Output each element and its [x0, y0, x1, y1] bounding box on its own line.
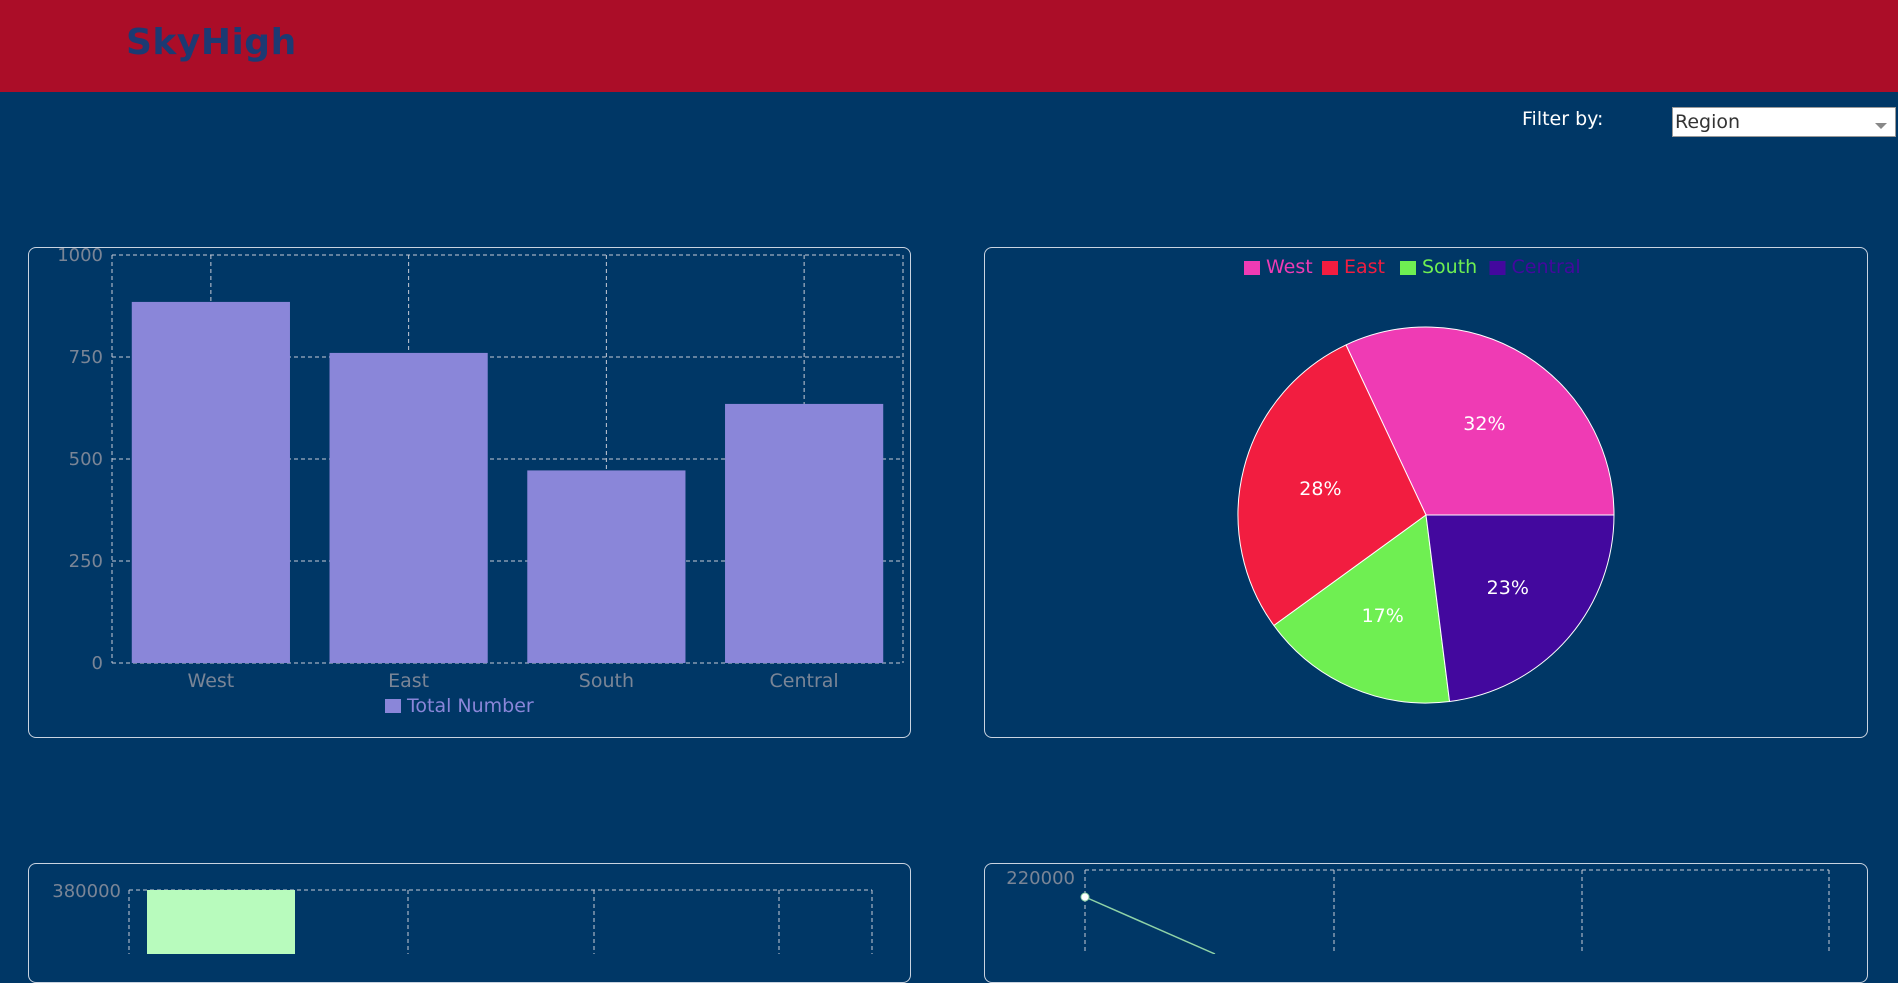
x-tick-label: Central: [770, 670, 839, 692]
bottom-bar-chart: 380000: [52, 881, 873, 954]
pie-value-label: 32%: [1463, 413, 1505, 435]
legend-swatch: [385, 699, 401, 713]
y-tick-label: 220000: [1006, 868, 1075, 889]
y-tick-label: 500: [69, 449, 103, 470]
bar-central: [725, 403, 884, 663]
x-tick-label: East: [388, 670, 429, 692]
dropdown-arrow-icon: [1875, 123, 1887, 129]
legend-swatch: [1322, 261, 1338, 275]
filter-select[interactable]: Region: [1672, 107, 1896, 137]
legend-swatch: [1244, 261, 1260, 275]
filter-selected-value: Region: [1675, 111, 1741, 133]
app-title: SkyHigh: [126, 22, 297, 63]
bar-south: [527, 470, 686, 663]
legend-label-central: Central: [1512, 256, 1581, 278]
y-tick-label: 0: [92, 653, 103, 674]
x-tick-label: South: [579, 670, 634, 692]
bar-east: [329, 352, 488, 663]
bar-chart-panel: 0 250 500 750 1000 West East South Central Total …: [28, 247, 911, 738]
legend-label: Total Number: [406, 695, 534, 717]
legend-swatch: [1489, 261, 1506, 275]
pie-value-label: 28%: [1299, 478, 1341, 500]
legend-swatch: [1400, 261, 1416, 275]
bar-west: [131, 301, 290, 663]
pie-value-label: 17%: [1362, 605, 1404, 627]
y-tick-label: 250: [69, 551, 103, 572]
bottom-bar-chart-panel: 380000: [28, 863, 911, 983]
x-tick-label: West: [188, 670, 235, 692]
bar-chart: 0 250 500 750 1000 West East South Central Total …: [57, 248, 904, 717]
pie-chart: 32% 28% 17% 23% West East South Central: [1237, 256, 1615, 704]
bottom-line-chart: 220000: [1006, 868, 1830, 954]
series-line: [1084, 896, 1216, 954]
y-tick-label: 750: [69, 347, 103, 368]
bottom-line-chart-panel: 220000: [984, 863, 1868, 983]
pie-slice-central: [1425, 514, 1615, 703]
legend-label-south: South: [1422, 256, 1477, 278]
legend-label-east: East: [1344, 256, 1385, 278]
pie-chart-panel: 32% 28% 17% 23% West East South Central: [984, 247, 1868, 738]
y-tick-label: 1000: [57, 248, 103, 266]
bar-partial: [147, 890, 295, 954]
y-tick-label: 380000: [52, 881, 121, 902]
top-header-bar: SkyHigh: [0, 0, 1898, 92]
filter-label: Filter by:: [1522, 108, 1604, 130]
pie-value-label: 23%: [1487, 577, 1529, 599]
legend-label-west: West: [1266, 256, 1313, 278]
data-point: [1080, 892, 1090, 902]
